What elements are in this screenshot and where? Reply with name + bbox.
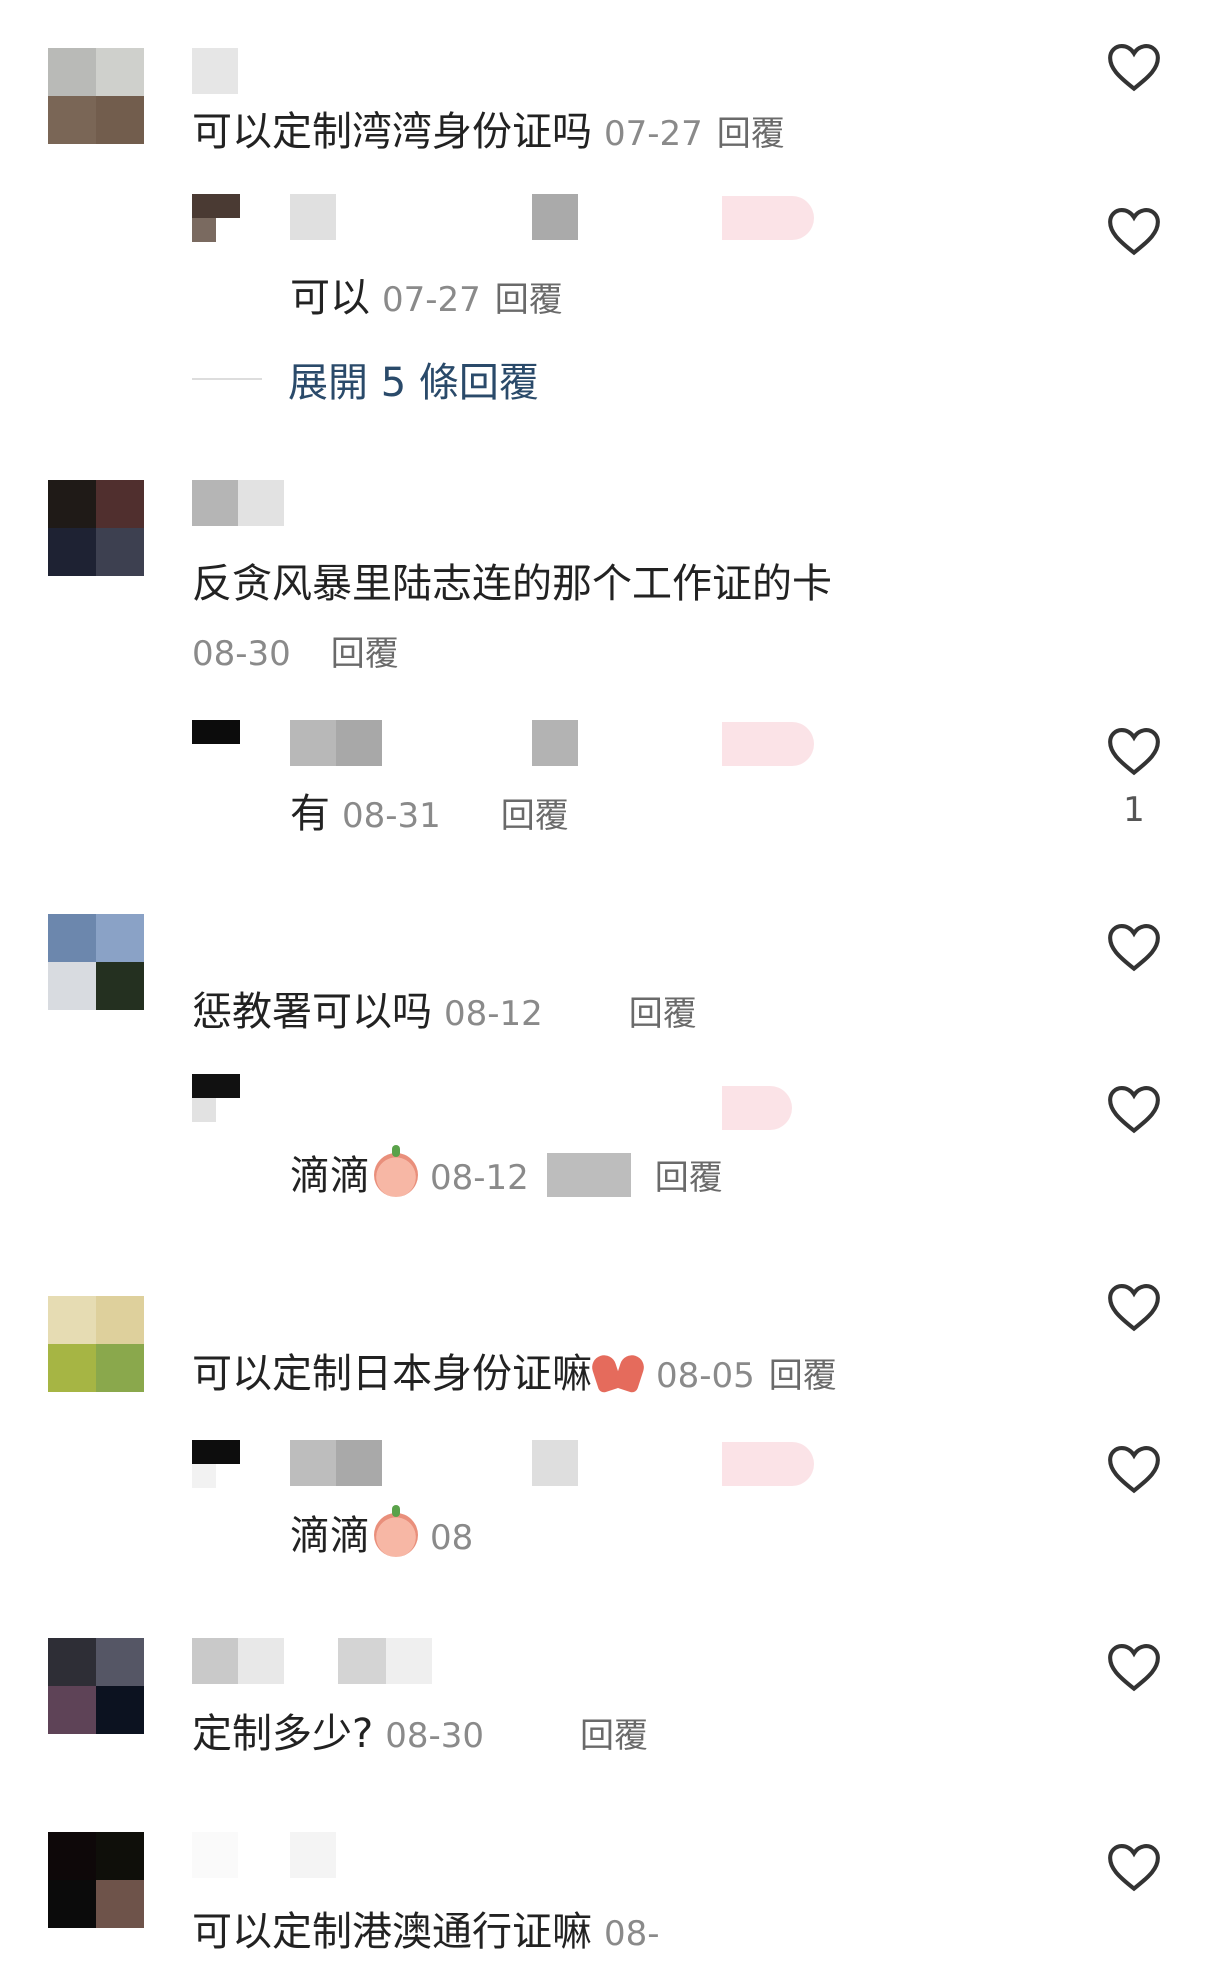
comment-body: 可以定制港澳通行证嘛 (192, 1909, 592, 1955)
comment-body: 定制多少? (192, 1711, 374, 1757)
like-heart-icon[interactable] (1106, 42, 1162, 92)
author-badge (722, 196, 814, 240)
comment-text: 可以定制日本身份证嘛 08-05 回覆 (192, 1346, 837, 1404)
avatar[interactable] (192, 720, 240, 768)
username-redacted[interactable] (290, 1440, 382, 1486)
reply-button[interactable]: 回覆 (495, 280, 563, 320)
like-heart-icon[interactable] (1106, 1642, 1162, 1692)
like-heart-icon[interactable] (1106, 1282, 1162, 1332)
username-redacted[interactable] (192, 48, 238, 94)
avatar[interactable] (192, 194, 240, 242)
divider (192, 378, 262, 380)
comment-text: 反贪风暴里陆志连的那个工作证的卡 (192, 556, 832, 612)
comment-body: 惩教署可以吗 (192, 989, 432, 1035)
comment-body: 可以定制日本身份证嘛 (192, 1351, 592, 1397)
like-heart-icon[interactable] (1106, 1444, 1162, 1494)
comment-date: 07-27 (604, 114, 703, 154)
author-badge (722, 722, 814, 766)
username-redacted[interactable] (290, 720, 382, 766)
comment-body: 有 (290, 791, 330, 837)
username-redacted (532, 1440, 578, 1486)
comment-text: 可以定制湾湾身份证吗 07-27 回覆 (192, 104, 785, 162)
comment-date: 08- (604, 1914, 660, 1954)
peach-face-emoji-icon (374, 1145, 418, 1197)
avatar[interactable] (48, 1832, 144, 1928)
avatar[interactable] (48, 914, 144, 1010)
expand-replies-button[interactable]: 展開 5 條回覆 (192, 350, 539, 408)
reply-button[interactable]: 回覆 (629, 994, 697, 1034)
like-heart-icon[interactable] (1106, 726, 1162, 776)
comment-body: 滴滴 (290, 1513, 370, 1559)
username-redacted[interactable] (290, 194, 336, 240)
comment-body: 滴滴 (290, 1153, 370, 1199)
comment-body: 可以 (290, 275, 370, 321)
reply-text: 滴滴 08-12 回覆 (290, 1145, 723, 1206)
avatar[interactable] (192, 1440, 240, 1488)
reply-button[interactable]: 回覆 (501, 796, 569, 836)
like-heart-icon[interactable] (1106, 206, 1162, 256)
reply-button[interactable]: 回覆 (331, 634, 399, 674)
username-redacted[interactable] (192, 1832, 336, 1878)
comment-date: 08-12 (444, 994, 543, 1034)
like-heart-icon[interactable] (1106, 1084, 1162, 1134)
like-heart-icon[interactable] (1106, 922, 1162, 972)
avatar[interactable] (48, 48, 144, 144)
avatar[interactable] (48, 1638, 144, 1734)
avatar[interactable] (48, 480, 144, 576)
reply-text: 滴滴 08 (290, 1505, 474, 1566)
comment-date: 08-12 (430, 1158, 529, 1198)
comment-text: 惩教署可以吗 08-12 回覆 (192, 984, 697, 1042)
username-redacted[interactable] (192, 480, 284, 526)
author-badge (722, 1442, 814, 1486)
comment-body: 反贪风暴里陆志连的那个工作证的卡 (192, 561, 832, 607)
peach-face-emoji-icon (374, 1505, 418, 1557)
comment-body: 可以定制湾湾身份证吗 (192, 109, 592, 155)
username-redacted (532, 720, 578, 766)
praying-hands-emoji-icon (592, 1353, 644, 1393)
reply-text: 有 08-31 回覆 (290, 786, 569, 844)
comment-text: 可以定制港澳通行证嘛 08- (192, 1904, 660, 1962)
reply-button[interactable]: 回覆 (717, 114, 785, 154)
comment-text: 定制多少? 08-30 回覆 (192, 1706, 648, 1764)
avatar[interactable] (48, 1296, 144, 1392)
like-heart-icon[interactable] (1106, 1842, 1162, 1892)
reply-button[interactable]: 回覆 (769, 1356, 837, 1396)
username-redacted (532, 194, 578, 240)
comment-date: 07-27 (382, 280, 481, 320)
username-redacted[interactable] (192, 1638, 432, 1684)
comment-date: 08-30 (192, 634, 291, 674)
comment-date: 08-31 (342, 796, 441, 836)
comment-date: 08 (430, 1518, 474, 1558)
comment-date: 08-05 (656, 1356, 755, 1396)
comment-date: 08-30 (385, 1716, 485, 1756)
expand-replies-label[interactable]: 展開 5 條回覆 (288, 350, 539, 408)
author-badge (722, 1086, 792, 1130)
redacted-location (546, 1153, 631, 1197)
comment-meta: 08-30 回覆 (192, 624, 399, 682)
reply-text: 可以 07-27 回覆 (290, 270, 563, 328)
like-count: 1 (1123, 790, 1145, 830)
avatar[interactable] (192, 1074, 240, 1122)
reply-button[interactable]: 回覆 (580, 1716, 648, 1756)
reply-button[interactable]: 回覆 (655, 1158, 723, 1198)
